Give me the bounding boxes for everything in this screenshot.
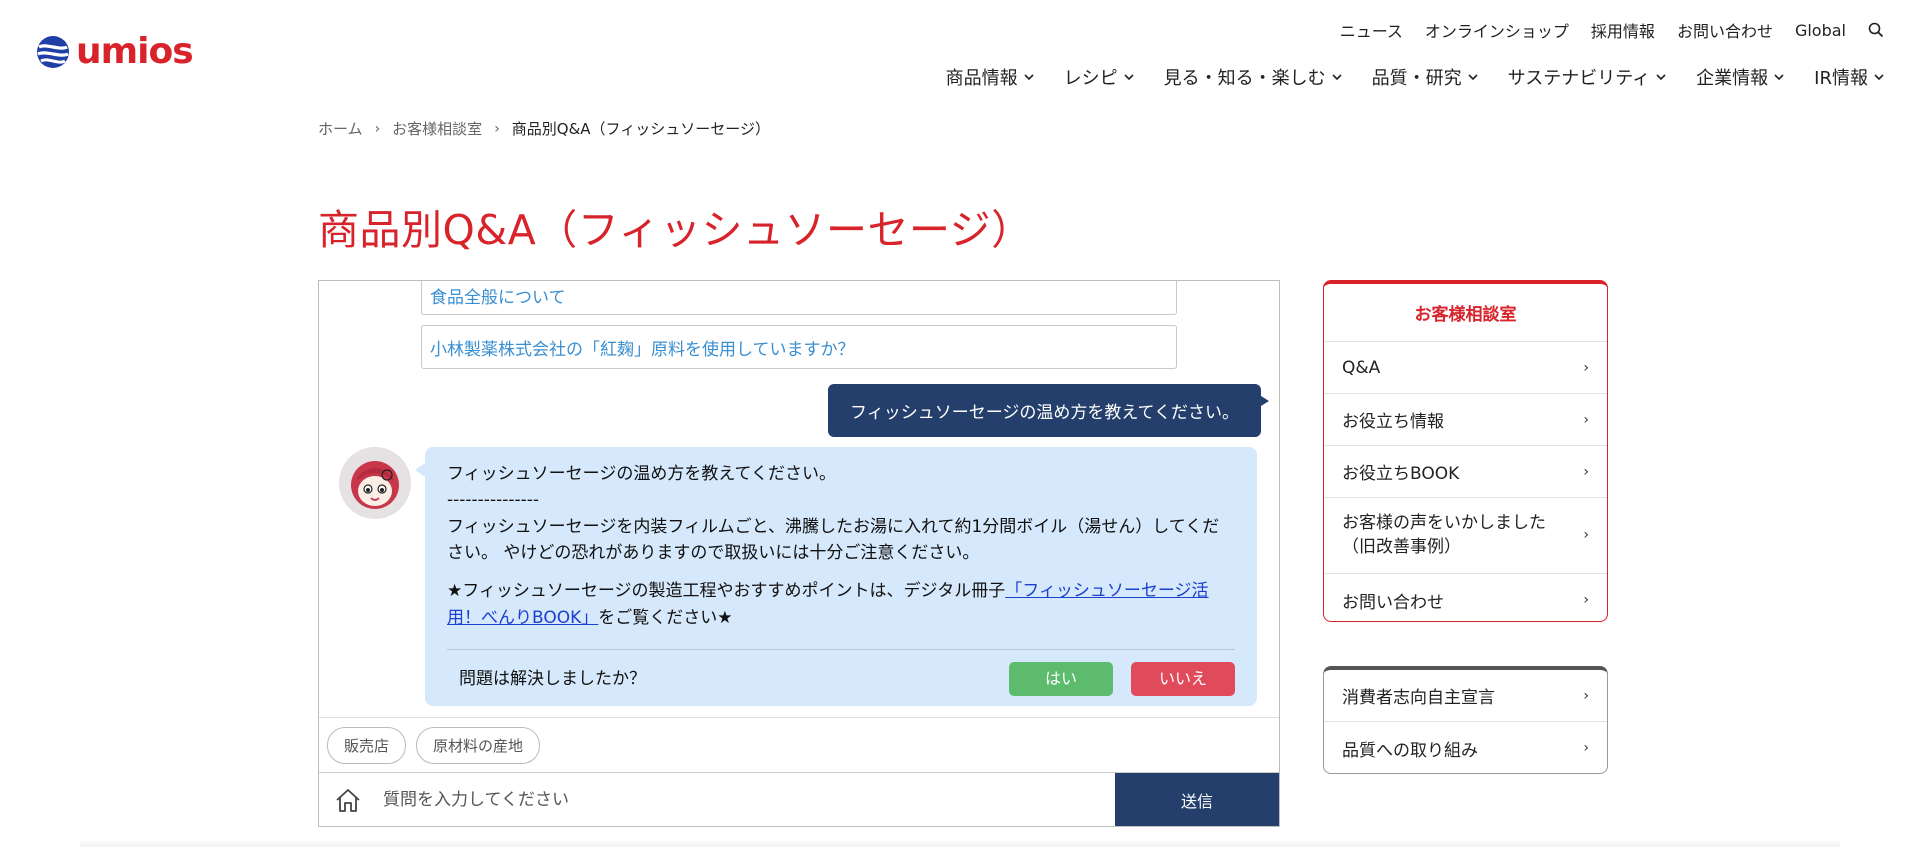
- logo-text: umios: [76, 31, 194, 72]
- nav-recipes[interactable]: レシピ: [1064, 64, 1134, 90]
- sidebar-item-label: 品質への取り組み: [1342, 740, 1478, 761]
- sidebar-item-label: お客様の声をいかしました（旧改善事例）: [1342, 512, 1546, 557]
- nav-label: IR情報: [1814, 68, 1868, 89]
- nav-company[interactable]: 企業情報: [1696, 64, 1784, 90]
- sidebar-item-label: お役立ちBOOK: [1342, 464, 1460, 484]
- chevron-down-icon: [1024, 74, 1034, 81]
- sidebar-item-qa[interactable]: Q&A ›: [1324, 342, 1607, 394]
- chat-input-row: 送信: [319, 772, 1279, 826]
- nav-products[interactable]: 商品情報: [946, 64, 1034, 90]
- sidebar-item-label: Q&A: [1342, 357, 1381, 378]
- nav-label: レシピ: [1063, 68, 1118, 89]
- umios-logo[interactable]: umios: [36, 31, 194, 72]
- suggested-question[interactable]: 小林製薬株式会社の「紅麹」原料を使用していますか？: [421, 325, 1177, 369]
- chevron-down-icon: [1656, 74, 1666, 81]
- sidebar-support-menu: お客様相談室 Q&A › お役立ち情報 › お役立ちBOOK › お客様の声をいかしま…: [1323, 280, 1608, 622]
- sidebar-item-label: お役立ち情報: [1342, 412, 1444, 432]
- yes-button[interactable]: はい: [1009, 662, 1113, 696]
- user-message: フィッシュソーセージの温め方を教えてください。: [828, 384, 1269, 437]
- question-input[interactable]: [369, 773, 1115, 826]
- feedback-question: 問題は解決しましたか？: [459, 668, 646, 689]
- quick-reply-row: 販売店 原材料の産地: [319, 717, 1279, 772]
- breadcrumb-section[interactable]: お客様相談室: [392, 118, 482, 139]
- breadcrumb-current: 商品別Q&A（フィッシュソーセージ）: [511, 120, 770, 138]
- chevron-right-icon: ›: [1583, 740, 1589, 756]
- breadcrumb-home[interactable]: ホーム: [318, 118, 363, 139]
- quick-reply-chip[interactable]: 原材料の産地: [416, 726, 541, 764]
- chevron-right-icon: ›: [1583, 463, 1589, 480]
- bot-answer: フィッシュソーセージを内装フィルムごと、沸騰したお湯に入れて約1分間ボイル（湯せ…: [447, 516, 1220, 564]
- nav-label: 品質・研究: [1371, 68, 1462, 89]
- feedback-row: 問題は解決しましたか？ はい いいえ: [447, 649, 1235, 696]
- chevron-right-icon: ›: [1583, 359, 1589, 376]
- chevron-right-icon: ›: [494, 120, 500, 137]
- sidebar-item-contact[interactable]: お問い合わせ ›: [1324, 574, 1607, 621]
- sidebar-item-label: 消費者志向自主宣言: [1342, 688, 1495, 708]
- quick-reply-chip[interactable]: 販売店: [327, 726, 407, 764]
- util-link-recruit[interactable]: 採用情報: [1591, 18, 1655, 42]
- util-link-contact[interactable]: お問い合わせ: [1677, 18, 1773, 42]
- nav-label: 商品情報: [945, 68, 1018, 89]
- util-link-news[interactable]: ニュース: [1340, 18, 1403, 42]
- bot-message: フィッシュソーセージの温め方を教えてください。 --------------- …: [415, 447, 1257, 706]
- bot-question: フィッシュソーセージの温め方を教えてください。: [447, 464, 836, 484]
- no-button[interactable]: いいえ: [1131, 662, 1235, 696]
- search-icon[interactable]: [1868, 22, 1884, 38]
- chevron-down-icon: [1332, 74, 1342, 81]
- chevron-right-icon: ›: [1583, 687, 1589, 704]
- bot-note-suffix: をご覧ください★: [598, 607, 733, 628]
- bot-note-prefix: ★フィッシュソーセージの製造工程やおすすめポイントは、デジタル冊子: [447, 581, 1006, 602]
- send-button[interactable]: 送信: [1115, 773, 1279, 826]
- breadcrumb: ホーム › お客様相談室 › 商品別Q&A（フィッシュソーセージ）: [318, 118, 770, 139]
- nav-label: サステナビリティ: [1507, 68, 1651, 89]
- util-link-global[interactable]: Global: [1795, 21, 1846, 40]
- sidebar-item-useful-book[interactable]: お役立ちBOOK ›: [1324, 446, 1607, 498]
- chevron-down-icon: [1468, 74, 1478, 81]
- sidebar-item-useful-info[interactable]: お役立ち情報 ›: [1324, 394, 1607, 446]
- utility-nav: ニュース オンラインショップ 採用情報 お問い合わせ Global: [1340, 18, 1884, 42]
- home-icon[interactable]: [319, 787, 369, 813]
- nav-sustainability[interactable]: サステナビリティ: [1508, 64, 1667, 90]
- page-bottom-divider: [80, 839, 1840, 847]
- chatbot-panel: 食品全般について 小林製薬株式会社の「紅麹」原料を使用していますか？ フィッシュ…: [318, 280, 1280, 827]
- nav-quality[interactable]: 品質・研究: [1372, 64, 1478, 90]
- sidebar-item-label: お問い合わせ: [1342, 592, 1444, 613]
- sidebar-item-customer-voice[interactable]: お客様の声をいかしました（旧改善事例） ›: [1324, 498, 1607, 574]
- chevron-right-icon: ›: [1583, 592, 1589, 608]
- nav-explore[interactable]: 見る・知る・楽しむ: [1164, 64, 1342, 90]
- chevron-right-icon: ›: [1583, 411, 1589, 428]
- nav-label: 企業情報: [1696, 68, 1769, 89]
- main-nav: 商品情報 レシピ 見る・知る・楽しむ 品質・研究 サステナビリティ 企業情報 I…: [946, 64, 1884, 90]
- sidebar-item-consumer-declaration[interactable]: 消費者志向自主宣言 ›: [1324, 670, 1607, 722]
- chevron-down-icon: [1124, 74, 1134, 81]
- sidebar-heading[interactable]: お客様相談室: [1324, 284, 1607, 342]
- nav-ir[interactable]: IR情報: [1814, 64, 1884, 90]
- sidebar-item-quality-efforts[interactable]: 品質への取り組み ›: [1324, 722, 1607, 773]
- chevron-right-icon: ›: [374, 120, 381, 137]
- chevron-down-icon: [1874, 74, 1884, 81]
- bot-avatar: [339, 447, 411, 519]
- suggested-question[interactable]: 食品全般について: [421, 281, 1177, 315]
- nav-label: 見る・知る・楽しむ: [1163, 68, 1326, 89]
- bot-note: ★フィッシュソーセージの製造工程やおすすめポイントは、デジタル冊子「フィッシュソ…: [447, 578, 1235, 631]
- logo-globe-icon: [37, 36, 69, 68]
- util-link-online-shop[interactable]: オンラインショップ: [1425, 18, 1569, 42]
- page-title: 商品別Q&A（フィッシュソーセージ）: [318, 206, 1033, 254]
- bot-divider: ---------------: [447, 490, 540, 511]
- chevron-right-icon: ›: [1583, 526, 1589, 543]
- chevron-down-icon: [1774, 74, 1784, 81]
- sidebar-secondary-menu: 消費者志向自主宣言 › 品質への取り組み ›: [1323, 666, 1608, 774]
- bot-character-icon: [339, 447, 411, 519]
